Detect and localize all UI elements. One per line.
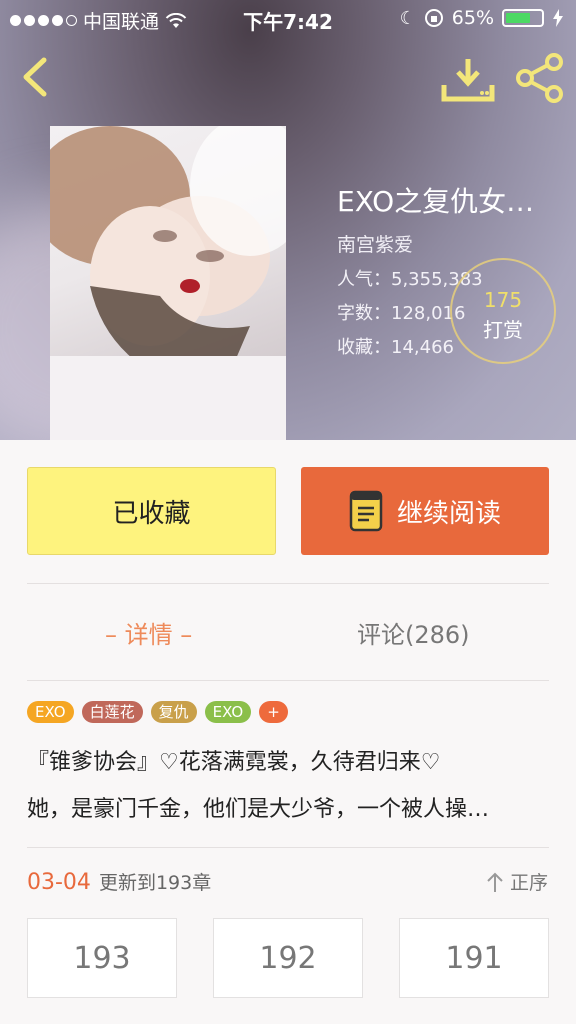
chapter-button[interactable]: 192 — [213, 918, 363, 998]
continue-reading-button[interactable]: 继续阅读 — [301, 467, 549, 555]
tag[interactable]: 复仇 — [150, 701, 197, 723]
charging-icon — [553, 9, 563, 27]
book-cover[interactable] — [50, 126, 286, 440]
description-line: 『锥爹协会』♡花落满霓裳，久待君归来♡ — [27, 750, 441, 775]
sort-order-toggle[interactable]: 正序 — [486, 868, 548, 895]
continue-reading-label: 继续阅读 — [396, 498, 501, 529]
book-header: 中国联通 下午7:42 ☾ 65% EXO之复仇女… 南宫紫爱 人气：5,355… — [0, 0, 576, 440]
tag[interactable]: EXO — [27, 701, 74, 723]
sort-order-label: 正序 — [509, 872, 548, 894]
tab-comments[interactable]: 评论(286) — [357, 615, 470, 650]
add-tag-button[interactable]: + — [259, 701, 288, 723]
reward-count: 175 — [483, 288, 523, 312]
tag[interactable]: 白莲花 — [81, 701, 143, 723]
book-title: EXO之复仇女… — [337, 185, 535, 218]
book-author[interactable]: 南宫紫爱 — [337, 230, 557, 257]
favorite-label: 已收藏 — [112, 498, 191, 529]
book-icon — [349, 490, 383, 532]
update-info: 03-04 更新到193章 — [27, 868, 211, 895]
divider — [27, 680, 549, 681]
book-description[interactable]: 『锥爹协会』♡花落满霓裳，久待君归来♡ 她，是豪门千金，他们是大少爷，一个被人操… — [27, 748, 547, 842]
update-text: 更新到193章 — [98, 872, 212, 894]
chapter-button[interactable]: 193 — [27, 918, 177, 998]
battery-percent: 65% — [451, 7, 494, 29]
reward-button[interactable]: 175 打赏 — [450, 258, 556, 364]
status-bar: 中国联通 下午7:42 ☾ 65% — [0, 0, 576, 40]
divider — [27, 583, 549, 584]
tag-list: EXO 白莲花 复仇 EXO + — [27, 701, 288, 723]
battery-icon — [502, 9, 544, 27]
chapter-list: 193 192 191 — [27, 918, 549, 998]
favorite-button[interactable]: 已收藏 — [27, 467, 276, 555]
description-line: 她，是豪门千金，他们是大少爷，一个被人操… — [27, 797, 490, 822]
tag[interactable]: EXO — [204, 701, 252, 723]
download-icon[interactable] — [440, 55, 496, 103]
divider — [27, 847, 549, 848]
back-icon[interactable] — [12, 52, 62, 102]
arrow-up-icon — [487, 872, 503, 892]
reward-label: 打赏 — [483, 318, 523, 342]
chapter-button[interactable]: 191 — [399, 918, 549, 998]
share-icon[interactable] — [514, 52, 566, 104]
moon-icon: ☾ — [399, 7, 416, 29]
rotation-lock-icon — [424, 9, 443, 27]
update-date: 03-04 — [27, 870, 91, 895]
tab-detail[interactable]: – 详情 – — [105, 615, 192, 650]
